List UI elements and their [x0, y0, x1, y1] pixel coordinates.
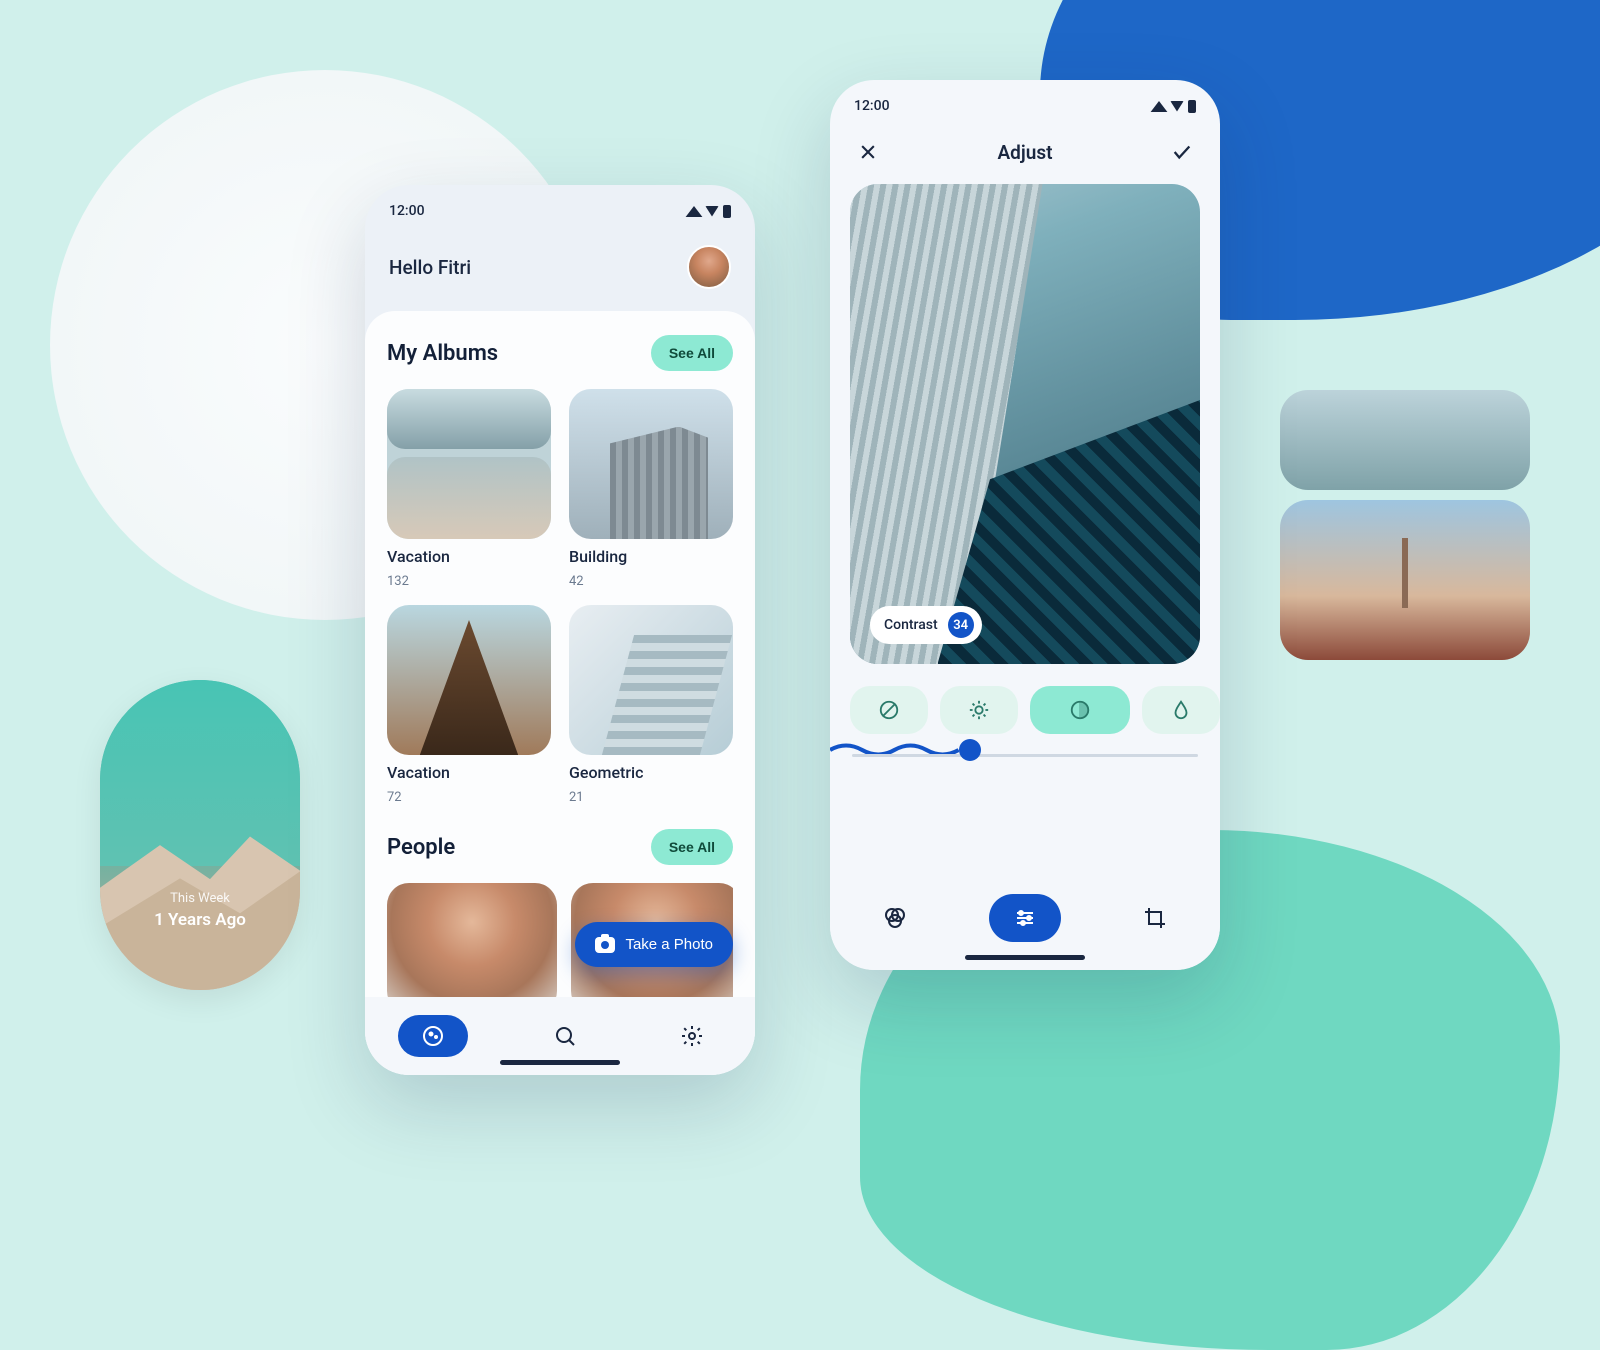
gallery-icon	[421, 1024, 445, 1048]
album-name: Vacation	[387, 547, 551, 566]
album-thumbnail	[387, 389, 551, 539]
status-time: 12:00	[854, 98, 890, 114]
contrast-value: 34	[948, 612, 974, 638]
nav-gallery-button[interactable]	[398, 1015, 468, 1057]
slider-thumb[interactable]	[959, 739, 981, 761]
status-bar: 12:00	[830, 80, 1220, 124]
search-icon	[553, 1024, 577, 1048]
album-name: Vacation	[387, 763, 551, 782]
memory-title: 1 Years Ago	[154, 910, 246, 930]
album-thumbnail	[387, 605, 551, 755]
droplet-icon	[1170, 699, 1192, 721]
auto-icon	[878, 699, 900, 721]
main-panel: My Albums See All Vacation 132 Building …	[365, 311, 755, 1075]
phone-adjust-screen: 12:00 Adjust Contrast 34	[830, 80, 1220, 970]
memory-card[interactable]: This Week 1 Years Ago	[100, 680, 300, 990]
deco-thumb-building	[1280, 390, 1530, 490]
check-icon	[1171, 141, 1193, 163]
album-name: Building	[569, 547, 733, 566]
section-title-albums: My Albums	[387, 341, 498, 366]
home-indicator	[965, 955, 1085, 960]
adjust-tools-row[interactable]	[830, 664, 1220, 748]
nav-settings-button[interactable]	[662, 1015, 722, 1057]
home-indicator	[500, 1060, 620, 1065]
decorative-thumbnails	[1280, 390, 1530, 660]
tool-auto-button[interactable]	[850, 686, 928, 734]
album-thumbnail	[569, 605, 733, 755]
contrast-icon	[1069, 699, 1091, 721]
cellular-icon	[1151, 101, 1168, 112]
nav-adjust-button[interactable]	[989, 894, 1061, 942]
camera-icon	[595, 937, 615, 953]
greeting-text: Hello Fitri	[389, 256, 471, 279]
cellular-icon	[686, 206, 703, 217]
status-icons	[687, 205, 731, 218]
album-item[interactable]: Building 42	[569, 389, 733, 589]
gear-icon	[680, 1024, 704, 1048]
screen-title: Adjust	[998, 141, 1053, 164]
album-count: 132	[387, 574, 551, 589]
filters-icon	[883, 906, 907, 930]
album-count: 21	[569, 790, 733, 805]
take-photo-button[interactable]: Take a Photo	[575, 922, 733, 967]
bottom-nav	[365, 997, 755, 1075]
avatar[interactable]	[687, 245, 731, 289]
close-icon	[858, 142, 878, 162]
tool-saturation-button[interactable]	[1142, 686, 1220, 734]
album-count: 42	[569, 574, 733, 589]
contrast-label: Contrast	[884, 617, 938, 633]
memory-label: This Week	[170, 891, 230, 906]
albums-grid: Vacation 132 Building 42 Vacation 72 Geo…	[387, 389, 733, 805]
adjust-slider[interactable]	[830, 748, 1220, 777]
contrast-indicator: Contrast 34	[870, 606, 982, 644]
album-thumbnail	[569, 389, 733, 539]
tool-contrast-button[interactable]	[1030, 686, 1130, 734]
person-thumbnail[interactable]	[387, 883, 557, 1013]
section-title-people: People	[387, 835, 455, 860]
close-button[interactable]	[854, 138, 882, 166]
battery-icon	[723, 205, 731, 218]
status-time: 12:00	[389, 203, 425, 219]
brightness-icon	[968, 699, 990, 721]
fab-label: Take a Photo	[625, 936, 713, 953]
sliders-icon	[1013, 906, 1037, 930]
editing-image-preview[interactable]: Contrast 34	[850, 184, 1200, 664]
wifi-icon	[1170, 101, 1184, 112]
tool-brightness-button[interactable]	[940, 686, 1018, 734]
album-name: Geometric	[569, 763, 733, 782]
crop-icon	[1143, 906, 1167, 930]
album-item[interactable]: Geometric 21	[569, 605, 733, 805]
status-icons	[1152, 100, 1196, 113]
nav-crop-button[interactable]	[1119, 894, 1191, 942]
album-item[interactable]: Vacation 72	[387, 605, 551, 805]
confirm-button[interactable]	[1168, 138, 1196, 166]
nav-search-button[interactable]	[535, 1015, 595, 1057]
phone-home-screen: 12:00 Hello Fitri My Albums See All Vaca…	[365, 185, 755, 1075]
album-count: 72	[387, 790, 551, 805]
wifi-icon	[705, 206, 719, 217]
deco-thumb-hammock	[1280, 500, 1530, 660]
battery-icon	[1188, 100, 1196, 113]
see-all-people-button[interactable]: See All	[651, 829, 733, 865]
edit-bottom-nav	[830, 874, 1220, 970]
nav-filters-button[interactable]	[859, 894, 931, 942]
status-bar: 12:00	[365, 185, 755, 229]
album-item[interactable]: Vacation 132	[387, 389, 551, 589]
slider-track	[852, 754, 1198, 757]
adjust-header: Adjust	[830, 124, 1220, 184]
see-all-albums-button[interactable]: See All	[651, 335, 733, 371]
